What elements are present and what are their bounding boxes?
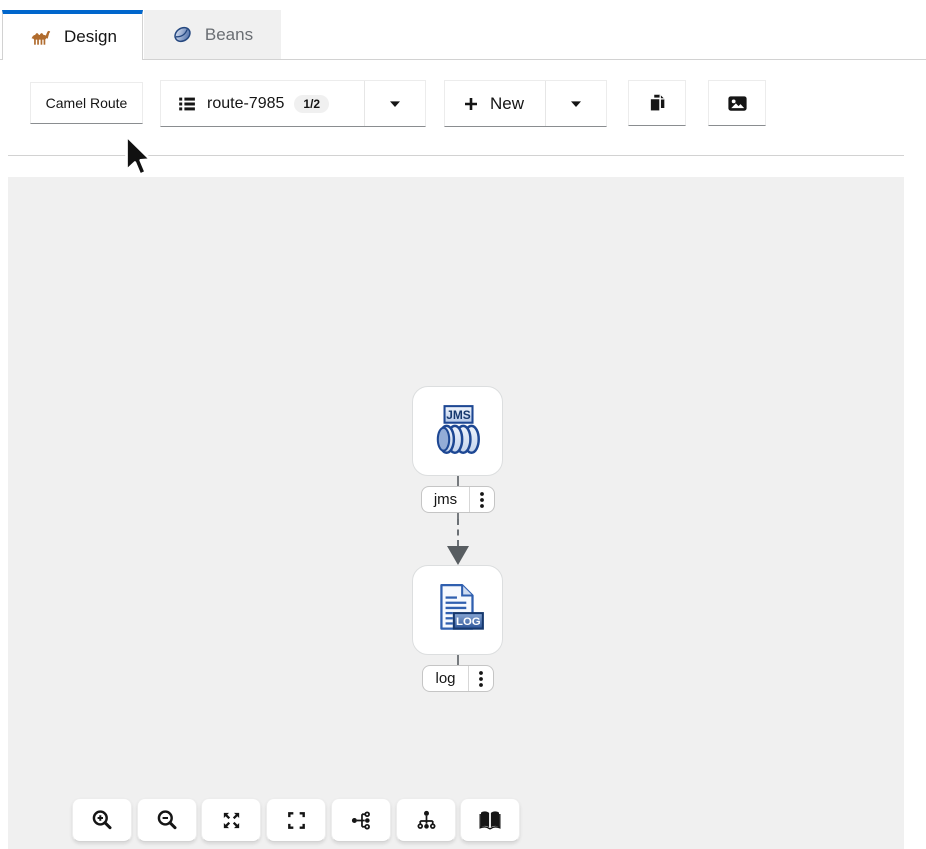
route-canvas[interactable]: JMS jms [8, 177, 904, 849]
node-log-kebab-button[interactable] [469, 666, 493, 691]
jms-component-icon: JMS [429, 402, 487, 460]
zoom-out-button[interactable] [137, 798, 197, 842]
edge-jms-to-log [457, 519, 459, 546]
flow-type-button[interactable]: Camel Route [30, 82, 143, 124]
kebab-icon [478, 670, 484, 688]
route-selector-content[interactable]: route-7985 1/2 [161, 94, 364, 114]
node-jms-kebab-button[interactable] [470, 487, 494, 512]
bean-icon [172, 24, 193, 45]
node-log-label-pill: log [422, 665, 494, 692]
new-route-caret-button[interactable] [546, 81, 606, 126]
horizontal-layout-button[interactable] [331, 798, 391, 842]
toolbar-divider [8, 155, 904, 156]
svg-text:LOG: LOG [456, 616, 481, 628]
log-component-icon: LOG [429, 581, 487, 639]
vertical-layout-button[interactable] [396, 798, 456, 842]
new-route-button[interactable]: New [445, 81, 545, 126]
image-icon [726, 92, 749, 115]
caret-down-icon [389, 100, 401, 108]
node-log-label: log [423, 666, 468, 691]
tab-beans[interactable]: Beans [144, 10, 281, 59]
expand-button[interactable] [201, 798, 261, 842]
tab-beans-label: Beans [205, 25, 253, 45]
zoom-in-button[interactable] [72, 798, 132, 842]
magnifier-plus-icon [90, 808, 114, 832]
open-book-icon [478, 808, 502, 832]
mouse-cursor [120, 133, 154, 181]
expand-arrows-icon [220, 809, 243, 832]
svg-text:JMS: JMS [446, 408, 471, 422]
kaoto-route-designer: Design Beans Camel Route [0, 0, 926, 849]
edge-stub [457, 476, 459, 486]
edge-arrowhead [447, 546, 469, 565]
caret-down-icon [570, 100, 582, 108]
route-selector-dropdown[interactable]: route-7985 1/2 [160, 80, 426, 127]
plus-icon [463, 96, 479, 112]
fit-to-screen-button[interactable] [266, 798, 326, 842]
export-image-button[interactable] [708, 80, 766, 126]
node-jms[interactable]: JMS [412, 386, 503, 476]
camel-icon [28, 25, 52, 49]
magnifier-minus-icon [155, 808, 179, 832]
new-route-split-button: New [444, 80, 607, 127]
tab-design-label: Design [64, 27, 117, 47]
sitemap-horizontal-icon [350, 809, 373, 832]
node-jms-label-pill: jms [421, 486, 495, 513]
route-count-badge: 1/2 [294, 95, 329, 113]
catalog-button[interactable] [460, 798, 520, 842]
copy-icon [646, 92, 668, 114]
sitemap-vertical-icon [415, 809, 438, 832]
tab-design[interactable]: Design [2, 10, 143, 60]
list-icon [177, 94, 197, 114]
route-name: route-7985 [207, 95, 284, 113]
route-selector-caret-button[interactable] [365, 81, 425, 126]
edge-stub [457, 655, 459, 665]
node-log[interactable]: LOG [412, 565, 503, 655]
corner-brackets-icon [285, 809, 308, 832]
copy-button[interactable] [628, 80, 686, 126]
kebab-icon [479, 491, 485, 509]
new-route-label: New [490, 94, 524, 114]
node-jms-label: jms [422, 487, 469, 512]
